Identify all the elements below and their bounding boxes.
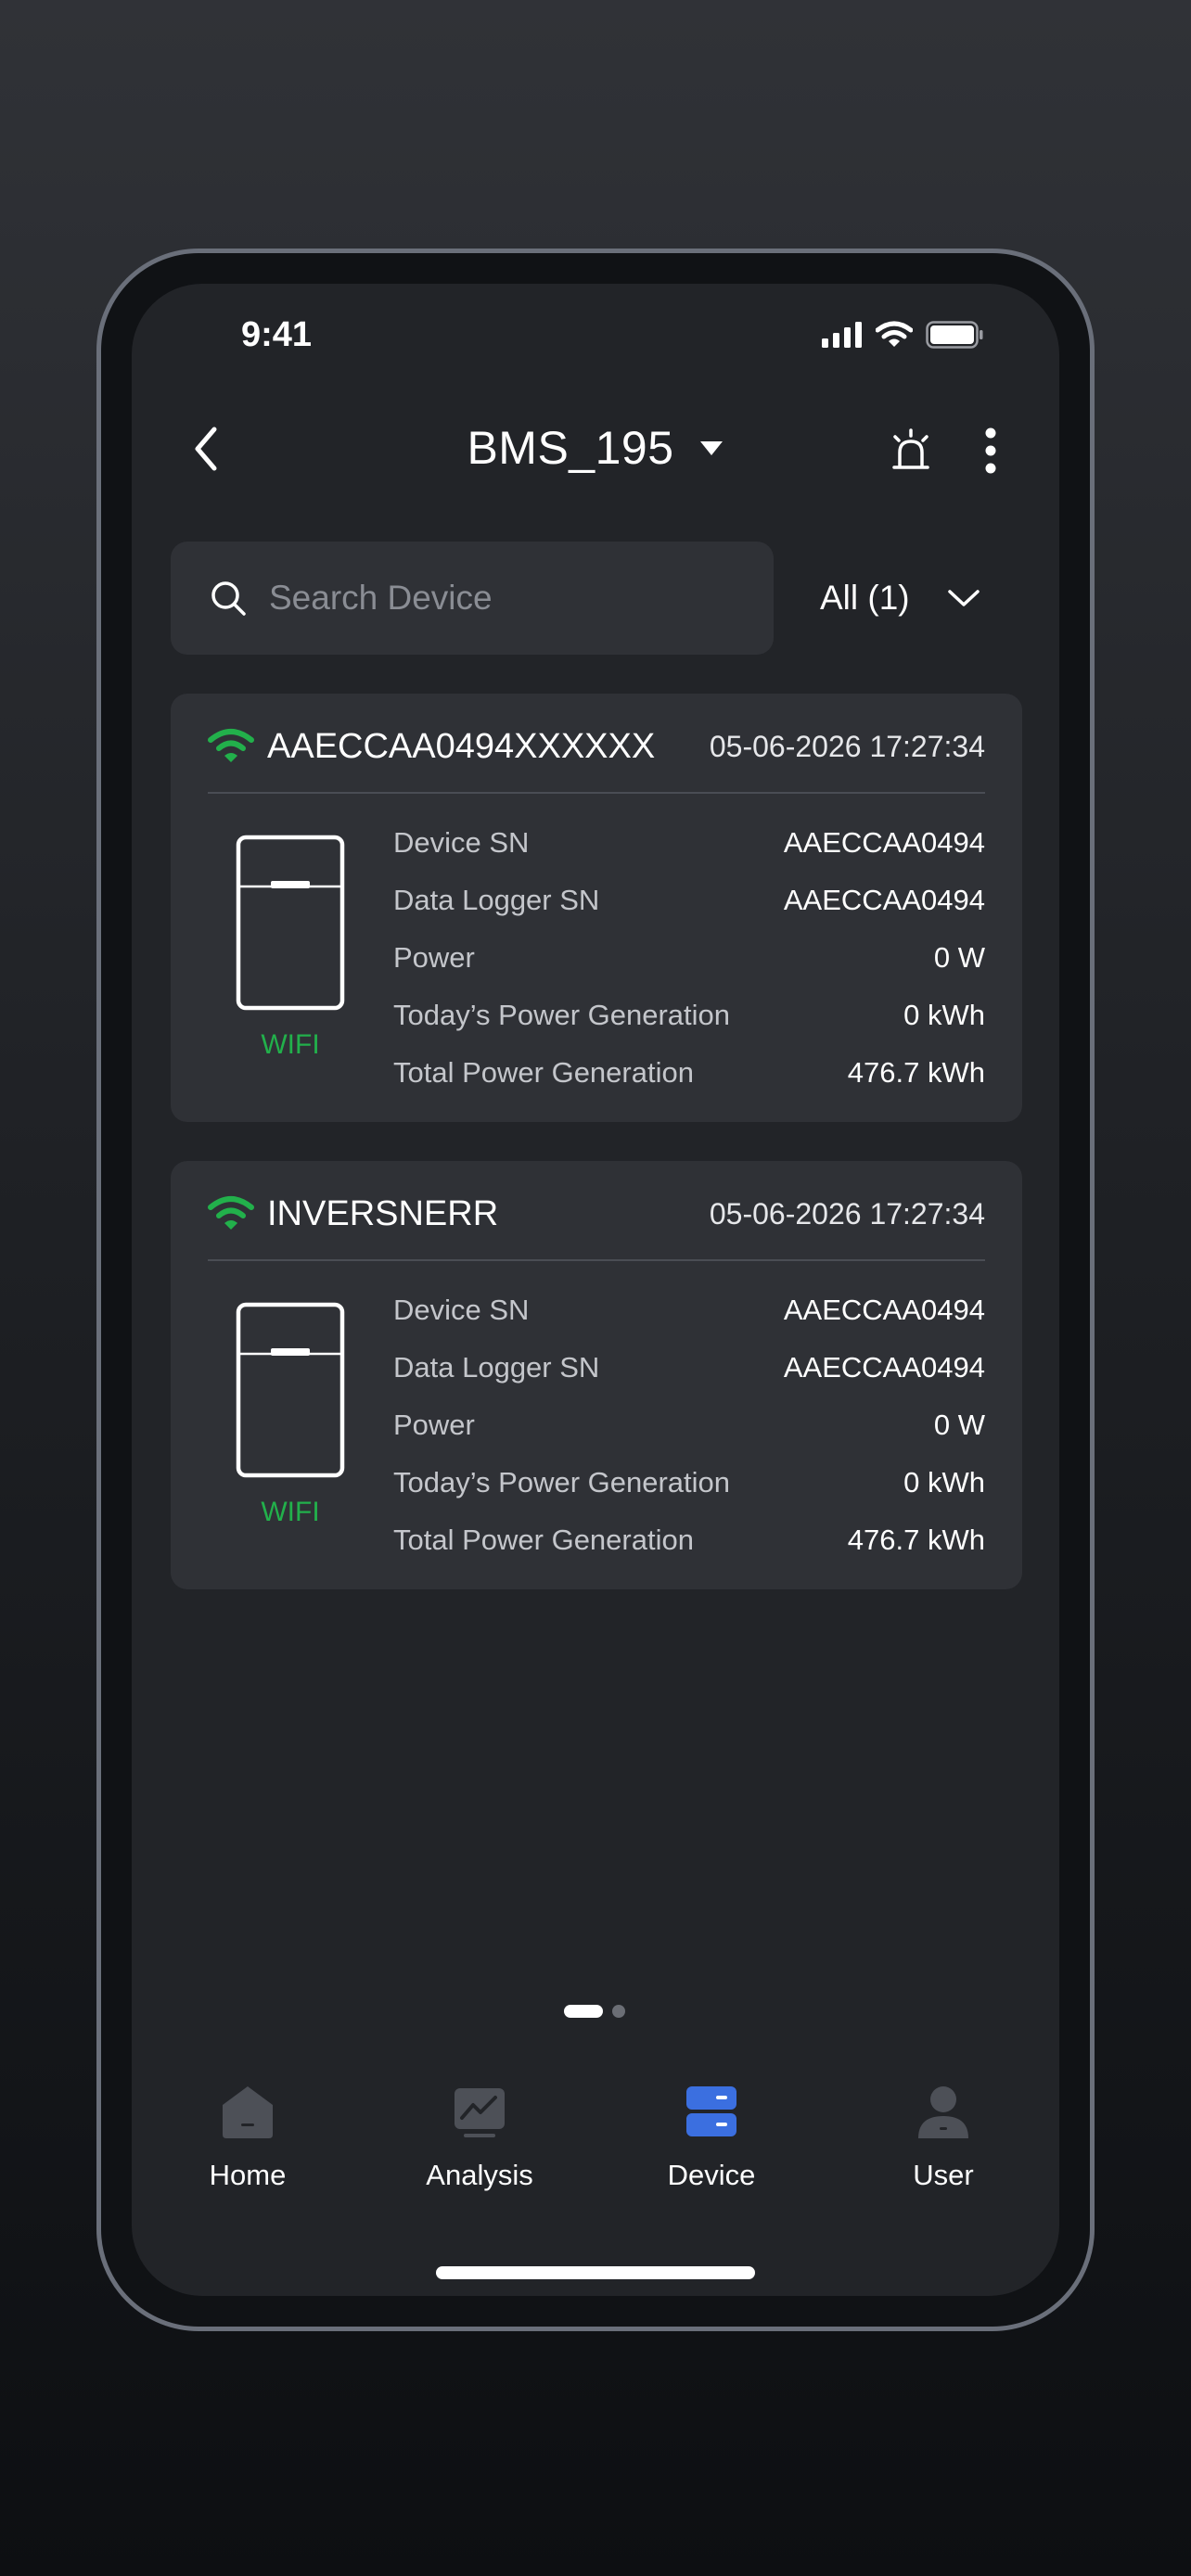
info-label: Device SN <box>393 1294 530 1326</box>
battery-cabinet-icon <box>236 1302 345 1478</box>
more-vertical-icon <box>985 427 996 474</box>
info-value: 0 W <box>933 941 985 974</box>
device-info-list: Device SN AAECCAA0494 Data Logger SN AAE… <box>393 814 985 1102</box>
tab-analysis[interactable]: Analysis <box>364 2064 596 2231</box>
home-indicator[interactable] <box>436 2266 755 2279</box>
device-card[interactable]: AAECCAA0494XXXXXX 05-06-2026 17:27:34 WI… <box>171 694 1022 1122</box>
tab-home[interactable]: Home <box>132 2064 364 2231</box>
card-header: AAECCAA0494XXXXXX 05-06-2026 17:27:34 <box>208 720 985 773</box>
tab-label: Home <box>209 2159 287 2191</box>
status-time: 9:41 <box>241 315 313 354</box>
info-label: Total Power Generation <box>393 1056 694 1089</box>
tab-label: Analysis <box>426 2159 533 2191</box>
info-label: Power <box>393 1409 475 1441</box>
info-label: Data Logger SN <box>393 884 600 916</box>
info-label: Today’s Power Generation <box>393 999 731 1031</box>
search-icon <box>211 581 246 616</box>
filter-dropdown[interactable]: All (1) <box>820 542 1024 655</box>
battery-cabinet-icon <box>236 835 345 1011</box>
alarm-light-icon <box>892 428 929 469</box>
wifi-status-icon <box>875 321 914 353</box>
tab-label: Device <box>667 2159 756 2191</box>
info-label: Today’s Power Generation <box>393 1466 731 1498</box>
chevron-down-icon <box>947 590 980 606</box>
info-value: 0 kWh <box>903 1466 985 1498</box>
info-row: Device SN AAECCAA0494 <box>393 1282 985 1339</box>
tab-device[interactable]: Device <box>596 2064 827 2231</box>
info-row: Total Power Generation 476.7 kWh <box>393 1044 985 1102</box>
search-input[interactable] <box>267 578 753 618</box>
search-box[interactable] <box>171 542 774 655</box>
info-row: Today’s Power Generation 0 kWh <box>393 987 985 1044</box>
info-value: AAECCAA0494 <box>783 826 985 859</box>
device-name: AAECCAA0494XXXXXX <box>267 726 656 766</box>
filter-label: All (1) <box>820 579 910 617</box>
device-name: INVERSNERR <box>267 1193 499 1233</box>
info-value: AAECCAA0494 <box>783 1351 985 1384</box>
info-label: Total Power Generation <box>393 1524 694 1556</box>
info-value: 0 kWh <box>903 999 985 1031</box>
more-options-button[interactable] <box>972 423 1009 478</box>
cellular-signal-icon <box>822 322 863 352</box>
battery-icon <box>926 321 983 353</box>
info-value: AAECCAA0494 <box>783 1294 985 1326</box>
device-icon <box>683 2083 740 2140</box>
tab-user[interactable]: User <box>827 2064 1059 2231</box>
info-label: Data Logger SN <box>393 1351 600 1384</box>
home-icon <box>219 2083 276 2140</box>
card-divider <box>208 1259 985 1261</box>
card-header: INVERSNERR 05-06-2026 17:27:34 <box>208 1187 985 1241</box>
info-row: Data Logger SN AAECCAA0494 <box>393 1339 985 1396</box>
device-info-list: Device SN AAECCAA0494 Data Logger SN AAE… <box>393 1282 985 1569</box>
info-value: 0 W <box>933 1409 985 1441</box>
info-value: 476.7 kWh <box>847 1524 985 1556</box>
wifi-icon <box>208 729 254 762</box>
info-row: Today’s Power Generation 0 kWh <box>393 1454 985 1511</box>
caret-down-icon <box>699 441 723 455</box>
info-label: Device SN <box>393 826 530 859</box>
connection-type: WIFI <box>261 1029 320 1060</box>
page-title: BMS_195 <box>467 422 674 474</box>
card-divider <box>208 792 985 794</box>
info-row: Device SN AAECCAA0494 <box>393 814 985 872</box>
app-screen: 9:41 BMS_195 Search Device All (1) AAECC… <box>132 284 1059 2296</box>
page-dot[interactable] <box>612 2005 625 2018</box>
info-row: Total Power Generation 476.7 kWh <box>393 1511 985 1569</box>
analysis-icon <box>451 2083 508 2140</box>
tab-label: User <box>913 2159 974 2191</box>
connection-type: WIFI <box>261 1497 320 1527</box>
status-icons <box>822 321 983 353</box>
alarm-button[interactable] <box>883 423 939 478</box>
bottom-tab-bar: Home Analysis Device User <box>132 2064 1059 2231</box>
info-value: AAECCAA0494 <box>783 884 985 916</box>
user-icon <box>915 2083 972 2140</box>
status-bar: 9:41 <box>132 284 1059 395</box>
device-card[interactable]: INVERSNERR 05-06-2026 17:27:34 WIFI Devi… <box>171 1161 1022 1589</box>
device-timestamp: 05-06-2026 17:27:34 <box>709 729 985 763</box>
device-timestamp: 05-06-2026 17:27:34 <box>709 1196 985 1231</box>
wifi-icon <box>208 1196 254 1230</box>
navigation-bar: BMS_195 <box>132 404 1059 497</box>
info-row: Power 0 W <box>393 929 985 987</box>
info-value: 476.7 kWh <box>847 1056 985 1089</box>
info-row: Power 0 W <box>393 1396 985 1454</box>
page-dot-active[interactable] <box>564 2005 603 2018</box>
page-indicator[interactable] <box>564 2005 625 2018</box>
info-row: Data Logger SN AAECCAA0494 <box>393 872 985 929</box>
info-label: Power <box>393 941 475 974</box>
